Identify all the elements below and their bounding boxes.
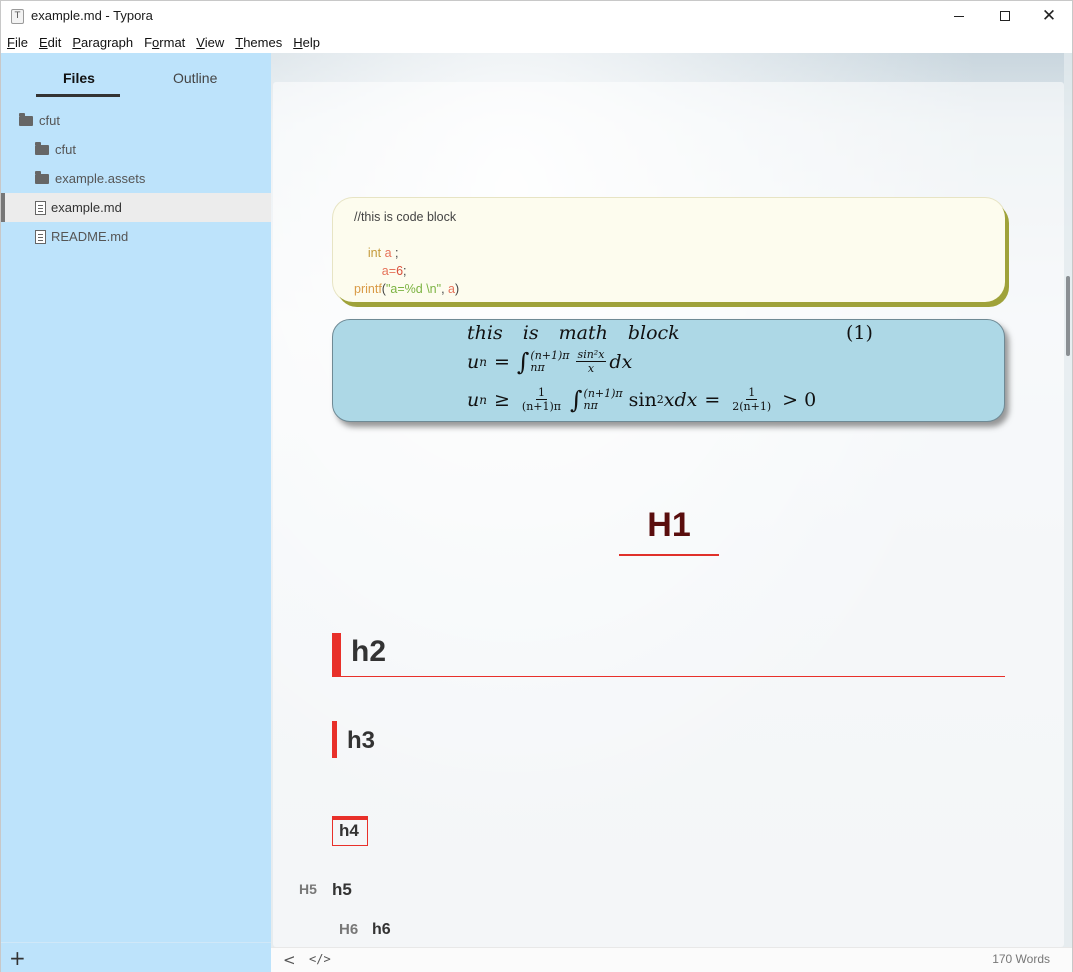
tree-item-label: example.md bbox=[51, 200, 122, 215]
heading-h2[interactable]: h2 bbox=[351, 635, 386, 669]
folder-icon bbox=[35, 170, 49, 184]
heading-h1[interactable]: H1 bbox=[619, 506, 719, 545]
scrollbar-thumb[interactable] bbox=[1066, 276, 1070, 356]
typora-app-icon: T bbox=[11, 9, 24, 24]
minimize-button[interactable] bbox=[936, 1, 982, 31]
status-bar: < </> 170 Words bbox=[271, 947, 1072, 972]
active-tab-indicator bbox=[36, 94, 120, 97]
h2-underline bbox=[332, 676, 1005, 677]
tree-item-label: README.md bbox=[51, 229, 129, 244]
h1-underline bbox=[619, 554, 719, 556]
tree-item-readme-md[interactable]: README.md bbox=[1, 222, 271, 251]
tree-item-label: cfut bbox=[39, 113, 60, 128]
code-line-assignment: a=6; bbox=[381, 264, 407, 278]
code-line-declaration: int a ; bbox=[367, 246, 399, 260]
math-line-integral: un = ∫ (n+1)π nπ sin²x x dx bbox=[467, 347, 633, 376]
source-code-mode-icon[interactable]: </> bbox=[309, 952, 331, 966]
menu-edit[interactable]: Edit bbox=[39, 35, 61, 50]
h5-level-tag: H5 bbox=[299, 881, 317, 897]
menu-file[interactable]: File bbox=[7, 35, 28, 50]
file-tree: cfut cfut example.assets example.md READ… bbox=[1, 106, 271, 251]
heading-h5[interactable]: h5 bbox=[332, 880, 352, 900]
toggle-sidebar-icon[interactable]: < bbox=[283, 951, 296, 969]
menu-view[interactable]: View bbox=[196, 35, 224, 50]
math-block[interactable]: this is math block (1) un = ∫ (n+1)π nπ si… bbox=[332, 319, 1005, 422]
tree-item-cfut[interactable]: cfut bbox=[1, 135, 271, 164]
file-icon bbox=[35, 200, 46, 215]
code-block[interactable]: //this is code block int a ; a=6; printf… bbox=[333, 198, 1005, 302]
math-line-inequality: un ≥ 1 (n+1)π ∫ (n+1)π nπ sin 2 xdx = 1 2(n+1… bbox=[467, 385, 817, 414]
maximize-icon bbox=[1000, 11, 1010, 21]
code-line-printf: printf("a=%d \n", a) bbox=[354, 282, 460, 296]
menu-paragraph[interactable]: Paragraph bbox=[72, 35, 133, 50]
folder-icon bbox=[19, 112, 33, 126]
scrollbar-track[interactable] bbox=[1064, 53, 1072, 947]
sidebar-tabs: Files Outline bbox=[1, 53, 271, 103]
sidebar: Files Outline cfut cfut example.assets e… bbox=[1, 53, 271, 972]
app-window: T example.md - Typora ✕ File Edit Paragr… bbox=[0, 0, 1073, 972]
math-equation-number: (1) bbox=[846, 322, 873, 344]
file-icon bbox=[35, 229, 46, 244]
h2-accent-bar bbox=[332, 633, 341, 677]
tree-item-example-assets[interactable]: example.assets bbox=[1, 164, 271, 193]
tree-item-example-md[interactable]: example.md bbox=[1, 193, 271, 222]
minimize-icon bbox=[954, 15, 964, 17]
tab-files[interactable]: Files bbox=[63, 70, 95, 86]
menu-bar: File Edit Paragraph Format View Themes H… bbox=[1, 31, 1072, 53]
menu-format[interactable]: Format bbox=[144, 35, 185, 50]
h3-accent-bar bbox=[332, 721, 337, 758]
tab-outline[interactable]: Outline bbox=[173, 70, 217, 86]
heading-h6[interactable]: h6 bbox=[372, 921, 391, 939]
tree-item-label: example.assets bbox=[55, 171, 146, 186]
close-button[interactable]: ✕ bbox=[1026, 1, 1072, 31]
heading-h4[interactable]: h4 bbox=[339, 821, 359, 841]
menu-themes[interactable]: Themes bbox=[235, 35, 282, 50]
add-file-icon[interactable]: + bbox=[9, 946, 26, 970]
code-comment: //this is code block bbox=[354, 210, 457, 224]
folder-icon bbox=[35, 141, 49, 155]
word-count[interactable]: 170 Words bbox=[992, 952, 1050, 966]
title-bar: T example.md - Typora ✕ bbox=[1, 1, 1072, 31]
heading-h3[interactable]: h3 bbox=[347, 727, 375, 755]
tree-item-label: cfut bbox=[55, 142, 76, 157]
close-icon: ✕ bbox=[1041, 5, 1057, 26]
menu-help[interactable]: Help bbox=[293, 35, 320, 50]
math-line-text: this is math block bbox=[467, 322, 680, 344]
tree-item-cfut-root[interactable]: cfut bbox=[1, 106, 271, 135]
h6-level-tag: H6 bbox=[339, 921, 359, 938]
maximize-button[interactable] bbox=[982, 1, 1028, 31]
sidebar-footer: + bbox=[1, 942, 271, 972]
window-title: example.md - Typora bbox=[31, 8, 153, 23]
